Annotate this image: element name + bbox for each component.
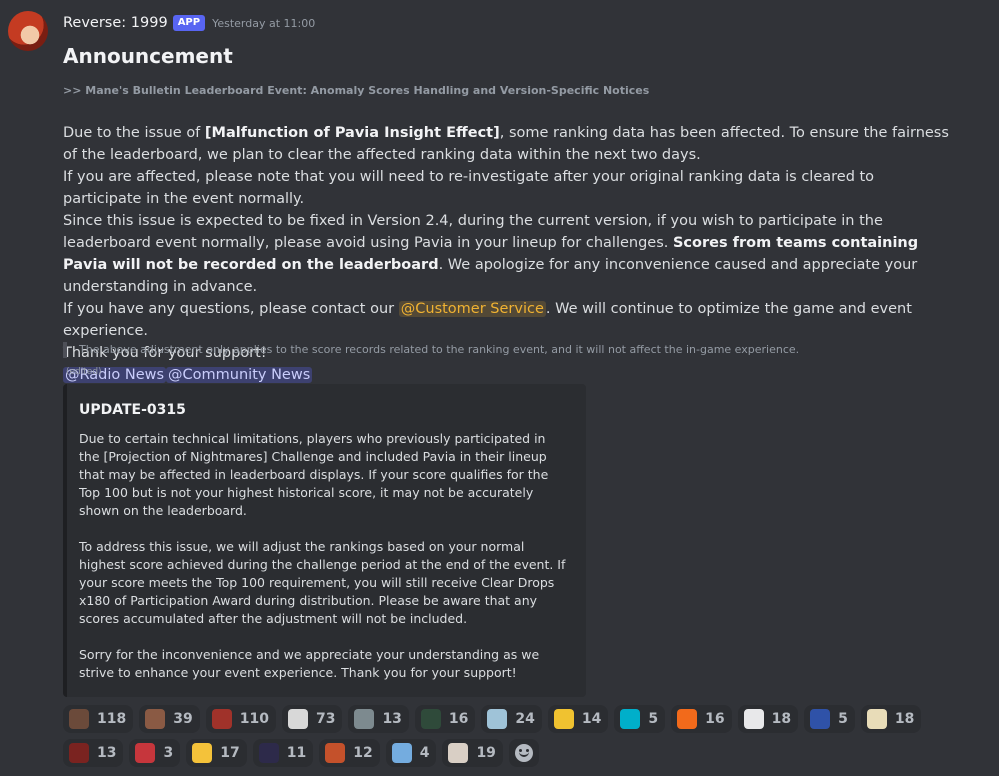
reaction-button[interactable]: 12 [319,739,380,767]
reactions-bar: 118 39 110 73 13 16 24 14 5 16 18 5 18 13 3 17 11 12 4 19 [63,705,963,767]
reaction-count: 18 [771,711,792,727]
flag-argentina-icon [391,743,412,763]
reaction-count: 73 [315,711,336,727]
reaction-button[interactable]: 118 [63,705,134,733]
character-emoji-4-icon [287,709,308,729]
reaction-button[interactable]: 3 [129,739,181,767]
reaction-button[interactable]: 4 [385,739,437,767]
reaction-button[interactable]: 24 [481,705,542,733]
reaction-count: 11 [286,745,307,761]
character-emoji-5-icon [354,709,375,729]
text: If you have any questions, please contac… [63,301,399,317]
message-header: Reverse: 1999 APP Yesterday at 11:00 [63,14,315,32]
reaction-count: 19 [476,745,496,761]
reaction-count: 12 [353,745,373,761]
character-emoji-12-icon [448,743,469,763]
embed-body: Due to certain technical limitations, pl… [79,430,569,700]
character-emoji-3-icon [211,709,232,729]
reaction-count: 5 [838,711,848,727]
character-emoji-8-icon [743,709,764,729]
reaction-button[interactable]: 17 [186,739,247,767]
reaction-button[interactable]: 14 [547,705,609,733]
reaction-count: 24 [515,711,535,727]
timestamp[interactable]: Yesterday at 11:00 [212,17,315,30]
flag-kazakhstan-icon [620,709,641,729]
character-emoji-6-icon [420,709,441,729]
paragraph-1: Due to the issue of [Malfunction of Pavi… [63,122,953,166]
paragraph-4: If you have any questions, please contac… [63,298,953,342]
block-quote: The above adjustment only applies to the… [63,342,799,358]
reaction-button[interactable]: 18 [860,705,922,733]
reaction-count: 39 [173,711,193,727]
edited-label: (edited) [66,367,102,377]
embed-paragraph-1: Due to certain technical limitations, pl… [79,431,549,518]
text: Due to the issue of [63,125,205,141]
character-emoji-7-icon [487,709,508,729]
paragraph-3: Since this issue is expected to be fixed… [63,210,953,298]
character-emoji-11-icon [325,743,346,763]
embed-paragraph-3: Sorry for the inconvenience and we appre… [79,647,540,680]
reaction-button[interactable]: 13 [348,705,409,733]
flag-thailand-icon [258,743,279,763]
mentions-line: @Radio News @Community News [63,364,953,386]
author-avatar[interactable] [8,11,48,51]
face-emoji-icon [192,743,213,763]
embed-paragraph-2: To address this issue, we will adjust th… [79,539,566,626]
mention-customer-service[interactable]: @Customer Service [398,301,546,317]
reaction-count: 17 [220,745,240,761]
reaction-count: 13 [382,711,402,727]
reaction-count: 14 [581,711,602,727]
reaction-button[interactable]: 13 [63,739,124,767]
reaction-count: 13 [97,745,117,761]
reaction-count: 16 [705,711,725,727]
reaction-button[interactable]: 16 [414,705,476,733]
reaction-count: 16 [448,711,469,727]
reaction-button[interactable]: 18 [737,705,799,733]
reaction-button[interactable]: 5 [614,705,666,733]
announcement-subtext: >> Mane's Bulletin Leaderboard Event: An… [63,84,650,97]
reaction-count: 118 [97,711,127,727]
add-reaction-icon [514,744,533,762]
paragraph-2: If you are affected, please note that yo… [63,169,875,207]
embed: UPDATE-0315 Due to certain technical lim… [63,384,586,697]
add-reaction-button[interactable] [508,739,539,767]
mention-community-news[interactable]: @Community News [166,367,313,383]
reaction-button[interactable]: 110 [205,705,276,733]
reaction-button[interactable]: 19 [442,739,503,767]
flag-france-icon [810,709,831,729]
author-name[interactable]: Reverse: 1999 [63,15,168,31]
announcement-heading: Announcement [63,44,233,68]
character-emoji-9-icon [866,709,887,729]
flag-serbia-icon [135,743,156,763]
character-emoji-10-icon [69,743,89,763]
reaction-button[interactable]: 39 [139,705,200,733]
reaction-button[interactable]: 11 [252,739,314,767]
reaction-count: 110 [239,711,269,727]
reaction-button[interactable]: 5 [804,705,855,733]
app-tag: APP [172,15,206,31]
reaction-button[interactable]: 16 [671,705,732,733]
character-emoji-2-icon [145,709,166,729]
reaction-button[interactable]: 73 [281,705,343,733]
sparkle-emoji-icon [553,709,574,729]
embed-title: UPDATE-0315 [79,402,186,418]
bold-text: [Malfunction of Pavia Insight Effect] [204,125,500,141]
reaction-count: 3 [163,745,174,761]
character-emoji-1-icon [69,709,89,729]
reaction-count: 5 [648,711,659,727]
fire-emoji-icon [677,709,698,729]
reaction-count: 18 [894,711,915,727]
reaction-count: 4 [419,745,430,761]
